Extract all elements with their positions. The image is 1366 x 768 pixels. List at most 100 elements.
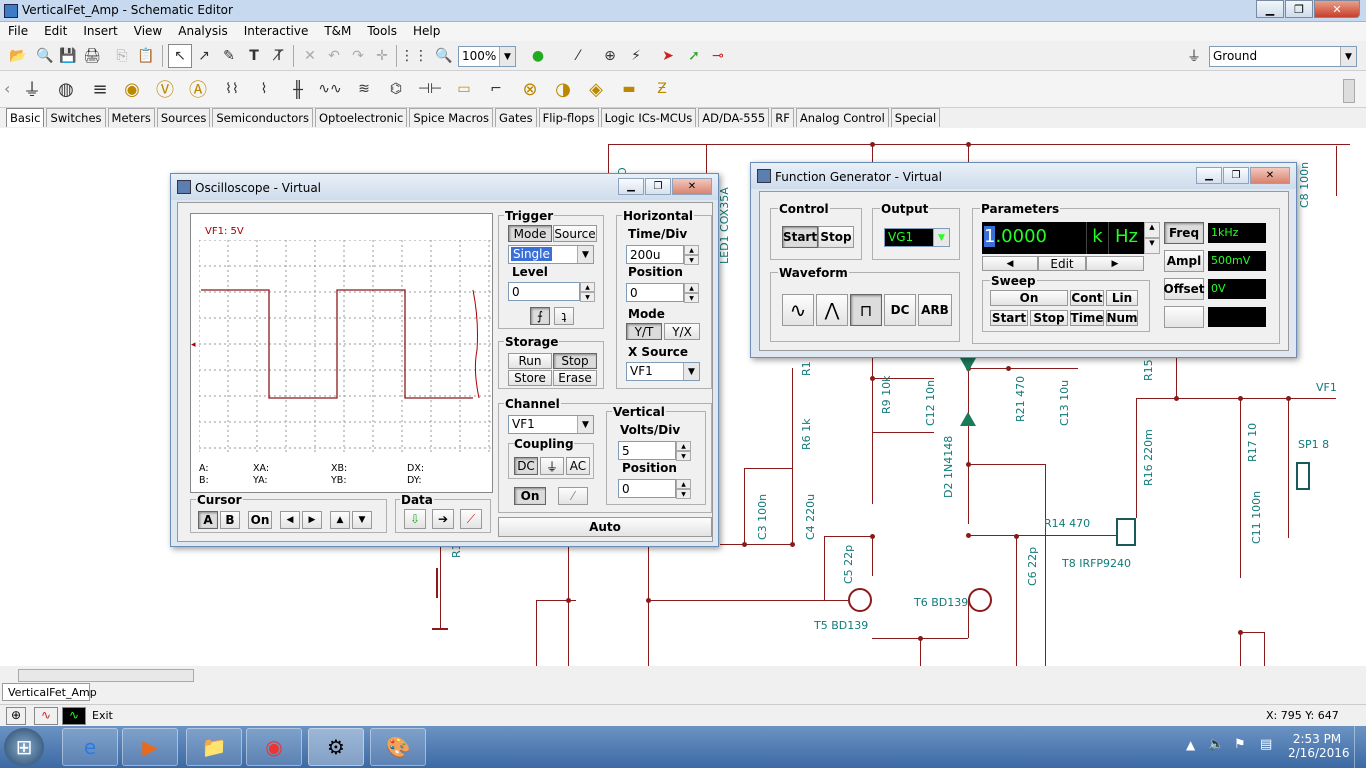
sweep-on-button[interactable]: On bbox=[990, 290, 1068, 306]
tab-sources[interactable]: Sources bbox=[156, 108, 211, 127]
cursor-down-button[interactable]: ▼ bbox=[352, 511, 372, 529]
mode-yx-button[interactable]: Y/X bbox=[664, 323, 700, 340]
menu-tools[interactable]: Tools bbox=[359, 22, 405, 41]
diode-upper[interactable] bbox=[960, 358, 976, 372]
menu-file[interactable]: File bbox=[0, 22, 36, 41]
open-icon[interactable]: 📂 bbox=[6, 44, 30, 68]
wire-icon[interactable]: ↗ bbox=[192, 44, 216, 68]
wave-dc-button[interactable]: DC bbox=[884, 294, 916, 326]
tab-basic[interactable]: Basic bbox=[6, 108, 45, 127]
transistor-t5[interactable] bbox=[848, 588, 872, 612]
close-button[interactable]: ✕ bbox=[1314, 0, 1360, 18]
explorer-icon[interactable]: 📁 bbox=[186, 728, 242, 766]
transformer-icon[interactable]: ≋ bbox=[352, 77, 376, 101]
show-desktop-button[interactable] bbox=[1354, 726, 1366, 768]
sweep-num-button[interactable]: Num bbox=[1106, 310, 1138, 326]
fg-output-select[interactable]: VG1 ▼ bbox=[884, 228, 950, 247]
delete-icon[interactable]: ✕ bbox=[298, 44, 322, 68]
wave-square-icon[interactable]: ⊓ bbox=[850, 294, 882, 326]
fuse-icon[interactable]: ▭ bbox=[452, 77, 476, 101]
browse-icon[interactable]: 🔍 bbox=[33, 44, 57, 68]
coupling-gnd-button[interactable]: ⏚ bbox=[540, 457, 564, 475]
mode-yt-button[interactable]: Y/T bbox=[626, 323, 662, 340]
media-player-icon[interactable]: ▶ bbox=[122, 728, 178, 766]
cursor-right-button[interactable]: ▶ bbox=[302, 511, 322, 529]
transistor-t6[interactable] bbox=[968, 588, 992, 612]
storage-erase-button[interactable]: Erase bbox=[553, 370, 597, 386]
tab-spice-macros[interactable]: Spice Macros bbox=[409, 108, 494, 127]
channel-probe-icon[interactable]: ⁄ bbox=[558, 487, 588, 505]
sweep-time-button[interactable]: Time bbox=[1070, 310, 1104, 326]
menu-view[interactable]: View bbox=[126, 22, 170, 41]
sweep-start-button[interactable]: Start bbox=[990, 310, 1028, 326]
ground-select[interactable]: Ground ▼ bbox=[1209, 46, 1357, 67]
lamp-icon[interactable]: ⊗ bbox=[518, 77, 542, 101]
osc-maximize-button[interactable]: ❐ bbox=[645, 178, 671, 195]
meter-icon[interactable]: ⊕ bbox=[598, 44, 622, 68]
tray-arrow-icon[interactable]: ▲ bbox=[1186, 738, 1195, 752]
status-transient-icon[interactable]: ∿ bbox=[34, 707, 58, 725]
vmeter-icon[interactable]: Ⓥ bbox=[153, 77, 177, 101]
tm-icon[interactable]: ➤ bbox=[656, 44, 680, 68]
ie-icon[interactable]: e bbox=[62, 728, 118, 766]
mosfet-t8[interactable] bbox=[1116, 518, 1136, 546]
block-icon[interactable]: ▬ bbox=[617, 77, 641, 101]
coupling-ac-button[interactable]: AC bbox=[566, 457, 590, 475]
select-arrow-icon[interactable]: ↖ bbox=[168, 44, 192, 68]
toolbar-scrollbar[interactable] bbox=[1343, 79, 1355, 103]
tab-adda[interactable]: AD/DA-555 bbox=[698, 108, 770, 127]
trigger-level-input[interactable]: 0 ▲ ▼ bbox=[508, 282, 595, 302]
tab-logic-ics[interactable]: Logic ICs-MCUs bbox=[600, 108, 697, 127]
fg-edit-right-button[interactable]: ▶ bbox=[1086, 256, 1144, 271]
menu-help[interactable]: Help bbox=[405, 22, 448, 41]
paste-icon[interactable]: 📋 bbox=[134, 44, 158, 68]
tab-switches[interactable]: Switches bbox=[46, 108, 106, 127]
coupling-dc-button[interactable]: DC bbox=[514, 457, 538, 475]
tab-rf[interactable]: RF bbox=[771, 108, 794, 127]
tab-semiconductors[interactable]: Semiconductors bbox=[212, 108, 313, 127]
trigger-mode-select[interactable]: Single ▼ bbox=[508, 245, 594, 264]
status-exit[interactable]: Exit bbox=[92, 709, 113, 722]
osc-minimize-button[interactable]: ▁ bbox=[618, 178, 644, 195]
cursor-b-button[interactable]: B bbox=[220, 511, 240, 529]
pencil-icon[interactable]: ✎ bbox=[217, 44, 241, 68]
potentiometer-icon[interactable]: ⌇ bbox=[252, 77, 276, 101]
fg-stop-button[interactable]: Stop bbox=[818, 226, 854, 248]
probe-icon[interactable]: ⁄ bbox=[566, 44, 590, 68]
ac-analysis-icon[interactable]: ● bbox=[526, 44, 550, 68]
cursor-up-button[interactable]: ▲ bbox=[330, 511, 350, 529]
ground-tool-icon[interactable]: ⏚ bbox=[1182, 44, 1206, 68]
v-position-input[interactable]: 0 ▲ ▼ bbox=[618, 479, 691, 499]
cursor-a-button[interactable]: A bbox=[198, 511, 218, 529]
ampl-button[interactable]: Ampl bbox=[1164, 250, 1204, 272]
data-export-icon[interactable]: ➔ bbox=[432, 509, 454, 529]
sweep-stop-button[interactable]: Stop bbox=[1030, 310, 1068, 326]
auto-button[interactable]: Auto bbox=[498, 517, 712, 537]
osc-close-button[interactable]: ✕ bbox=[672, 178, 712, 195]
fault-icon[interactable]: ⚡ bbox=[624, 44, 648, 68]
fg-extra-button[interactable] bbox=[1164, 306, 1204, 328]
switch-icon[interactable]: ⌐ bbox=[484, 77, 508, 101]
channel-on-button[interactable]: On bbox=[514, 487, 546, 505]
tab-optoelectronic[interactable]: Optoelectronic bbox=[314, 108, 408, 127]
sheet-tab[interactable]: VerticalFet_Amp bbox=[2, 683, 97, 701]
start-button[interactable]: ⊞ bbox=[4, 728, 44, 766]
status-scope-icon[interactable]: ∿ bbox=[62, 707, 86, 725]
tab-analog-control[interactable]: Analog Control bbox=[795, 108, 889, 127]
supply-icon[interactable]: ≡ bbox=[88, 77, 112, 101]
tab-gates[interactable]: Gates bbox=[495, 108, 537, 127]
sweep-cont-button[interactable]: Cont bbox=[1070, 290, 1104, 306]
network-icon[interactable]: ▤ bbox=[1260, 737, 1272, 752]
resistor-icon[interactable]: ⌇⌇ bbox=[220, 77, 244, 101]
wave-sine-icon[interactable]: ∿ bbox=[782, 294, 814, 326]
menu-tm[interactable]: T&M bbox=[316, 22, 359, 41]
chrome-icon[interactable]: ◉ bbox=[246, 728, 302, 766]
voltsdiv-input[interactable]: 5 ▲ ▼ bbox=[618, 441, 691, 461]
tab-flip-flops[interactable]: Flip-flops bbox=[538, 108, 599, 127]
pin-icon[interactable]: ⊸ bbox=[706, 44, 730, 68]
vcvs-icon[interactable]: ◈ bbox=[584, 77, 608, 101]
tab-meters[interactable]: Meters bbox=[107, 108, 155, 127]
freq-button[interactable]: Freq bbox=[1164, 222, 1204, 244]
undo-icon[interactable]: ↶ bbox=[322, 44, 346, 68]
menu-edit[interactable]: Edit bbox=[36, 22, 75, 41]
